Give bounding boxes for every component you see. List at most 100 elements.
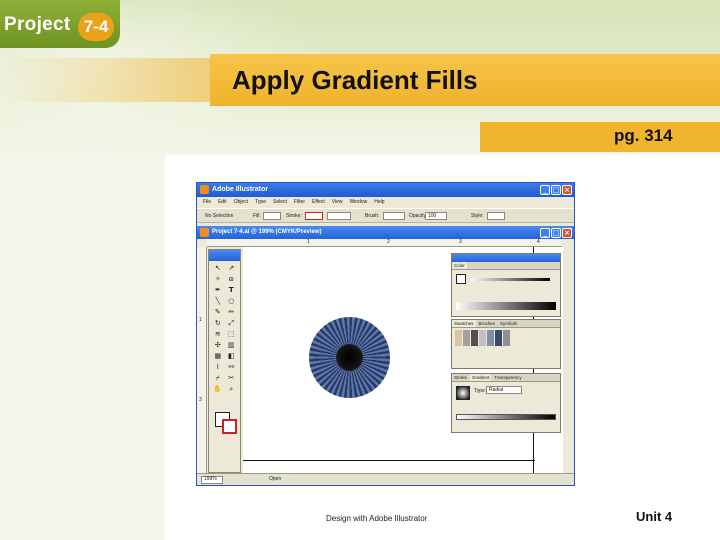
zoom-tool-icon[interactable]: ⌕ [226,385,238,394]
fill-swatch[interactable] [263,212,281,220]
tab-transparency[interactable]: Transparency [492,374,523,381]
page-reference: pg. 314 [614,126,673,145]
graph-tool-icon[interactable]: ▥ [226,341,238,350]
slide-title: Apply Gradient Fills [232,65,478,95]
doc-minimize-icon[interactable]: _ [540,228,550,238]
fill-label: Fill: [253,213,261,219]
gradient-slider[interactable] [456,414,556,420]
selection-status: No Selection [205,213,234,219]
artboard-edge [243,460,535,461]
zoom-level: 199% [204,476,217,482]
style-select[interactable] [487,212,505,220]
paintbrush-tool-icon[interactable]: ✎ [212,308,224,317]
footer-credit: Design with Adobe Illustrator [326,514,428,523]
lasso-tool-icon[interactable]: ɷ [226,275,238,284]
gradient-tool-icon[interactable]: ◧ [226,352,238,361]
stroke-color-icon[interactable] [222,419,237,434]
swatches-panel: Swatches Brushes Symbols [451,319,561,369]
tab-stroke[interactable]: Stroke [452,374,469,381]
selection-tool-icon[interactable]: ↖ [212,264,224,273]
pupil[interactable] [336,344,363,371]
slice-tool-icon[interactable]: ⌿ [212,374,224,383]
fill-stroke-control[interactable] [215,412,237,434]
color-panel: Color [451,253,561,317]
menu-file[interactable]: File [203,197,211,207]
color-panel-header [452,254,560,262]
status-bar: 199% Open [197,473,574,485]
eyedropper-tool-icon[interactable]: ⌇ [212,363,224,372]
opacity-input[interactable]: 100 [425,212,447,220]
tab-gradient[interactable]: Gradient [470,374,492,381]
ellipse-tool-icon[interactable]: ○ [226,297,238,306]
project-badge: Project 7-4 [0,0,120,48]
tab-brushes[interactable]: Brushes [477,320,498,327]
stroke-weight-select[interactable] [327,212,351,220]
illustrator-logo-icon [200,185,209,194]
ruler-number: 3 [199,397,202,403]
tab-symbols[interactable]: Symbols [498,320,519,327]
scissors-tool-icon[interactable]: ✂ [226,374,238,383]
gradient-type-select[interactable]: Radial [486,386,522,394]
document-titlebar: Project 7-4.ai @ 199% (CMYK/Preview) _ □… [197,226,574,239]
slide-left-strip [0,155,165,540]
vertical-ruler: 1 3 [197,247,207,473]
project-label: Project [4,14,71,35]
swatch[interactable] [503,330,510,346]
stroke-label: Stroke: [286,213,302,219]
swatch[interactable] [487,330,494,346]
control-bar: No Selection Fill: Stroke: Brush: Opacit… [197,208,574,223]
minimize-icon[interactable]: _ [540,185,550,195]
menu-view[interactable]: View [332,197,343,207]
mesh-tool-icon[interactable]: ▦ [212,352,224,361]
doc-maximize-icon[interactable]: □ [551,228,561,238]
menu-object[interactable]: Object [234,197,248,207]
swatch[interactable] [495,330,502,346]
hand-tool-icon[interactable]: ✋ [212,385,224,394]
tools-panel: ↖ ↗ ✧ ɷ ✒ T ╲ ○ ✎ ✏ ↻ ⤢ ≋ ⬚ ✣ ▥ ▦ ◧ ⌇ ⚯ … [208,249,241,473]
color-spectrum[interactable] [456,302,556,310]
brush-select[interactable] [383,212,405,220]
maximize-icon[interactable]: □ [551,185,561,195]
free-transform-tool-icon[interactable]: ⬚ [226,330,238,339]
swatch[interactable] [463,330,470,346]
menu-window[interactable]: Window [349,197,367,207]
menu-edit[interactable]: Edit [218,197,227,207]
gradient-type-label: Type: [474,388,487,394]
illustrator-screenshot: Adobe Illustrator _ □ × File Edit Object… [196,182,575,486]
swatch[interactable] [471,330,478,346]
type-tool-icon[interactable]: T [226,286,238,295]
swatch-grid [452,328,560,348]
horizontal-ruler: 1 2 3 4 [207,239,562,247]
stroke-swatch[interactable] [305,212,323,220]
close-icon[interactable]: × [562,185,572,195]
pencil-tool-icon[interactable]: ✏ [226,308,238,317]
rotate-tool-icon[interactable]: ↻ [212,319,224,328]
magic-wand-tool-icon[interactable]: ✧ [212,275,224,284]
menu-type[interactable]: Type [255,197,266,207]
tab-swatches[interactable]: Swatches [452,320,476,327]
menu-effect[interactable]: Effect [312,197,325,207]
document-title: Project 7-4.ai @ 199% (CMYK/Preview) [212,229,322,235]
pen-tool-icon[interactable]: ✒ [212,286,224,295]
swatch[interactable] [455,330,462,346]
menu-select[interactable]: Select [273,197,287,207]
doc-close-icon[interactable]: × [562,228,572,238]
color-fill-swatch[interactable] [456,274,466,284]
warp-tool-icon[interactable]: ≋ [212,330,224,339]
app-title: Adobe Illustrator [212,186,269,193]
symbol-sprayer-tool-icon[interactable]: ✣ [212,341,224,350]
blend-tool-icon[interactable]: ⚯ [226,363,238,372]
line-tool-icon[interactable]: ╲ [212,297,224,306]
tab-color[interactable]: Color [452,262,467,269]
document-icon [200,228,209,237]
swatch[interactable] [479,330,486,346]
ruler-number: 1 [307,239,310,245]
direct-selection-tool-icon[interactable]: ↗ [226,264,238,273]
gradient-preview[interactable] [456,386,470,400]
ruler-number: 2 [387,239,390,245]
color-slider[interactable] [470,278,550,281]
scale-tool-icon[interactable]: ⤢ [226,319,238,328]
menu-filter[interactable]: Filter [294,197,305,207]
menu-bar: File Edit Object Type Select Filter Effe… [197,197,574,207]
menu-help[interactable]: Help [374,197,384,207]
